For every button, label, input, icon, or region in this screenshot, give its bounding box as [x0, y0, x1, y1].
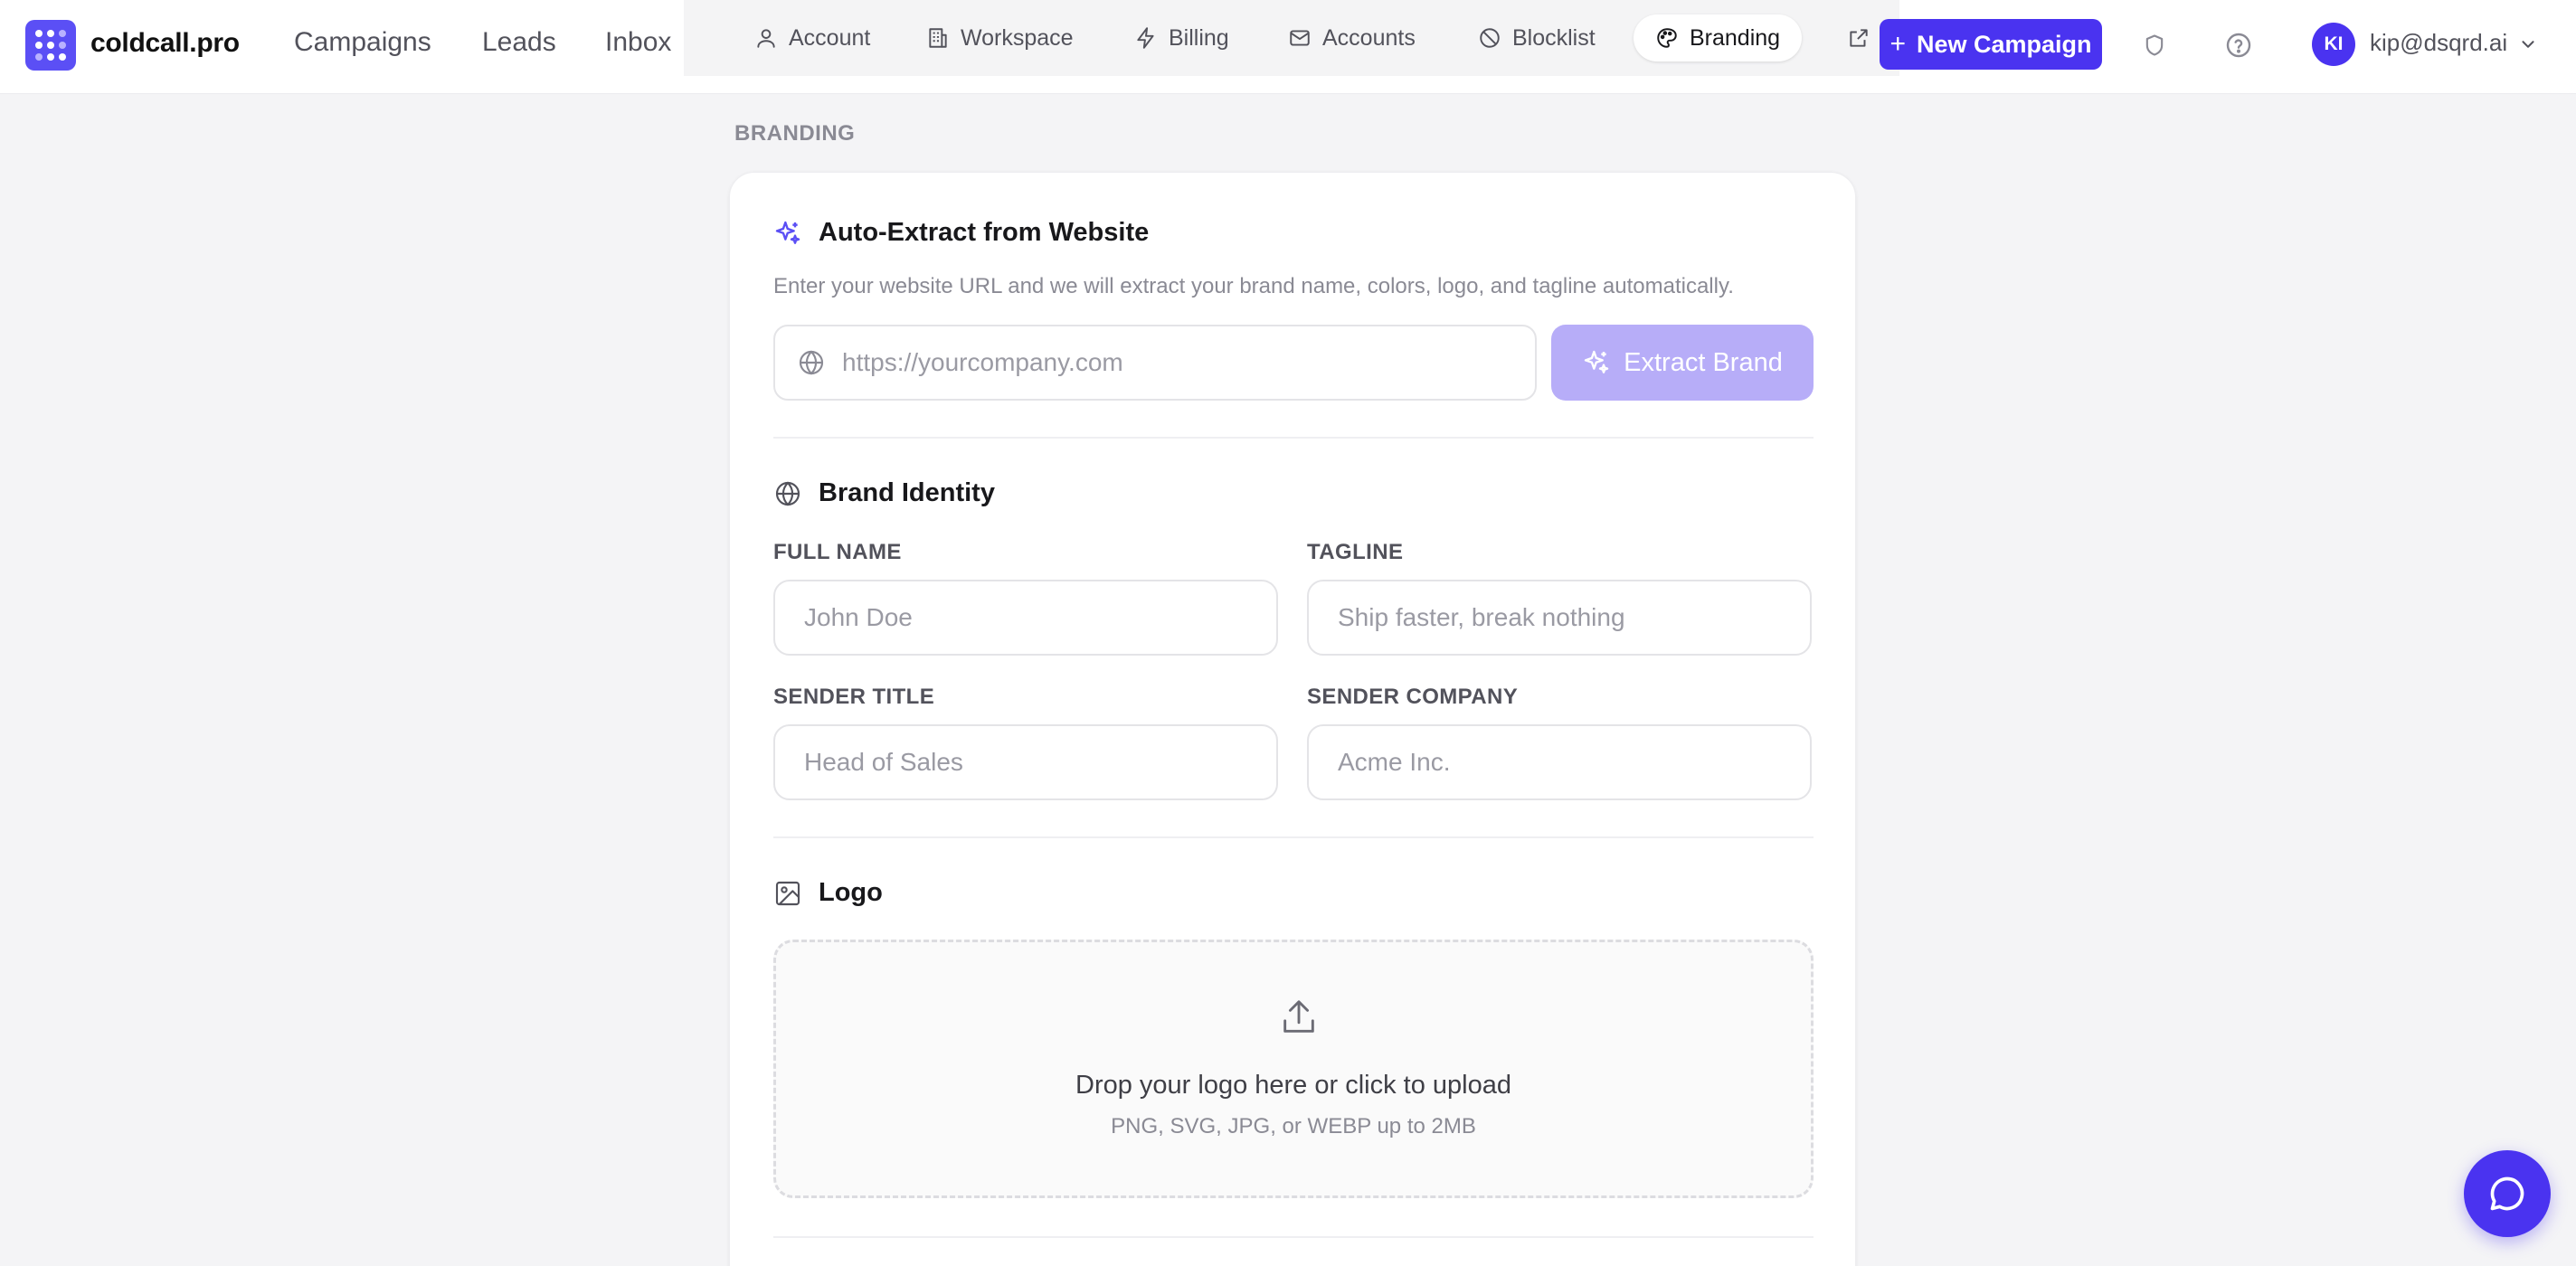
- new-campaign-label: New Campaign: [1916, 30, 2092, 58]
- tagline-label: TAGLINE: [1307, 540, 1404, 564]
- building-icon: [929, 28, 947, 48]
- new-campaign-button[interactable]: + New Campaign: [1880, 19, 2102, 70]
- brand-name[interactable]: coldcall.pro: [90, 28, 240, 59]
- brand-identity-title-text: Brand Identity: [819, 478, 995, 507]
- chat-support-button[interactable]: [2464, 1150, 2551, 1237]
- nav-campaigns[interactable]: Campaigns: [294, 27, 431, 58]
- user-email[interactable]: kip@dsqrd.ai: [2370, 29, 2507, 57]
- external-icon: [1850, 29, 1868, 47]
- sender-company-field[interactable]: [1307, 724, 1812, 800]
- sender-company-label: SENDER COMPANY: [1307, 685, 1519, 709]
- user-icon: [757, 29, 775, 48]
- chat-bubble-icon: [2490, 1176, 2524, 1211]
- full-name-label: FULL NAME: [773, 540, 902, 564]
- shield-button[interactable]: [2136, 27, 2173, 63]
- extract-brand-button[interactable]: Extract Brand: [1551, 325, 1814, 401]
- settings-tabs: Account Workspace Billing Accounts Block…: [684, 0, 1899, 76]
- branding-card: Auto-Extract from Website Enter your web…: [729, 172, 1856, 1266]
- tab-workspace[interactable]: Workspace: [904, 14, 1095, 61]
- dropzone-title: Drop your logo here or click to upload: [1075, 1071, 1511, 1100]
- tab-blocklist-label: Blocklist: [1512, 24, 1596, 51]
- logo-title: Logo: [773, 878, 883, 908]
- extract-brand-label: Extract Brand: [1624, 347, 1783, 377]
- tab-account-label: Account: [789, 24, 871, 51]
- tab-branding[interactable]: Branding: [1634, 14, 1803, 61]
- website-url-field[interactable]: [773, 325, 1537, 401]
- sender-title-field[interactable]: [773, 724, 1278, 800]
- chevron-down-icon[interactable]: [2518, 34, 2538, 54]
- globe-icon: [799, 350, 824, 375]
- logo-dropzone[interactable]: Drop your logo here or click to upload P…: [773, 940, 1814, 1198]
- full-name-field[interactable]: [773, 580, 1278, 656]
- tab-accounts[interactable]: Accounts: [1266, 14, 1437, 61]
- auto-extract-helper: Enter your website URL and we will extra…: [773, 274, 1734, 298]
- tab-branding-label: Branding: [1690, 24, 1781, 51]
- logo-title-text: Logo: [819, 878, 883, 907]
- tagline-input[interactable]: [1338, 603, 1781, 632]
- tagline-field[interactable]: [1307, 580, 1812, 656]
- image-icon: [775, 881, 800, 905]
- tab-account[interactable]: Account: [733, 14, 892, 61]
- sparkles-icon: [775, 221, 800, 244]
- sender-company-input[interactable]: [1338, 748, 1781, 777]
- palette-icon: [1657, 28, 1677, 48]
- section-divider: [773, 437, 1814, 439]
- shield-icon: [2145, 34, 2164, 56]
- sender-title-input[interactable]: [804, 748, 1247, 777]
- upload-icon: [1283, 1000, 1314, 1033]
- auto-extract-title: Auto-Extract from Website: [773, 218, 1149, 248]
- section-divider: [773, 836, 1814, 838]
- auto-extract-title-text: Auto-Extract from Website: [819, 218, 1150, 247]
- lightning-icon: [1137, 27, 1154, 49]
- dropzone-subtitle: PNG, SVG, JPG, or WEBP up to 2MB: [1111, 1114, 1476, 1138]
- globe-icon: [775, 480, 800, 506]
- help-button[interactable]: [2221, 27, 2257, 63]
- brand-identity-title: Brand Identity: [773, 478, 995, 508]
- full-name-input[interactable]: [804, 603, 1247, 632]
- nav-leads[interactable]: Leads: [482, 27, 556, 58]
- tab-workspace-label: Workspace: [961, 24, 1074, 51]
- nav-inbox[interactable]: Inbox: [605, 27, 671, 58]
- website-url-input[interactable]: [842, 348, 1530, 377]
- sparkles-icon: [1584, 350, 1609, 373]
- app-logo-icon[interactable]: [25, 20, 76, 71]
- tab-accounts-label: Accounts: [1322, 24, 1416, 51]
- mail-icon: [1290, 30, 1310, 46]
- tab-billing[interactable]: Billing: [1113, 14, 1251, 61]
- ban-icon: [1480, 28, 1500, 48]
- tab-blocklist[interactable]: Blocklist: [1456, 14, 1617, 61]
- top-nav-bar: coldcall.pro Campaigns Leads Inbox Accou…: [0, 0, 2576, 94]
- section-divider: [773, 1236, 1814, 1238]
- page-section-label: BRANDING: [734, 121, 856, 146]
- help-circle-icon: [2226, 33, 2251, 58]
- user-avatar[interactable]: KI: [2312, 23, 2355, 66]
- tab-billing-label: Billing: [1169, 24, 1229, 51]
- sender-title-label: SENDER TITLE: [773, 685, 935, 709]
- plus-icon: +: [1889, 29, 1906, 59]
